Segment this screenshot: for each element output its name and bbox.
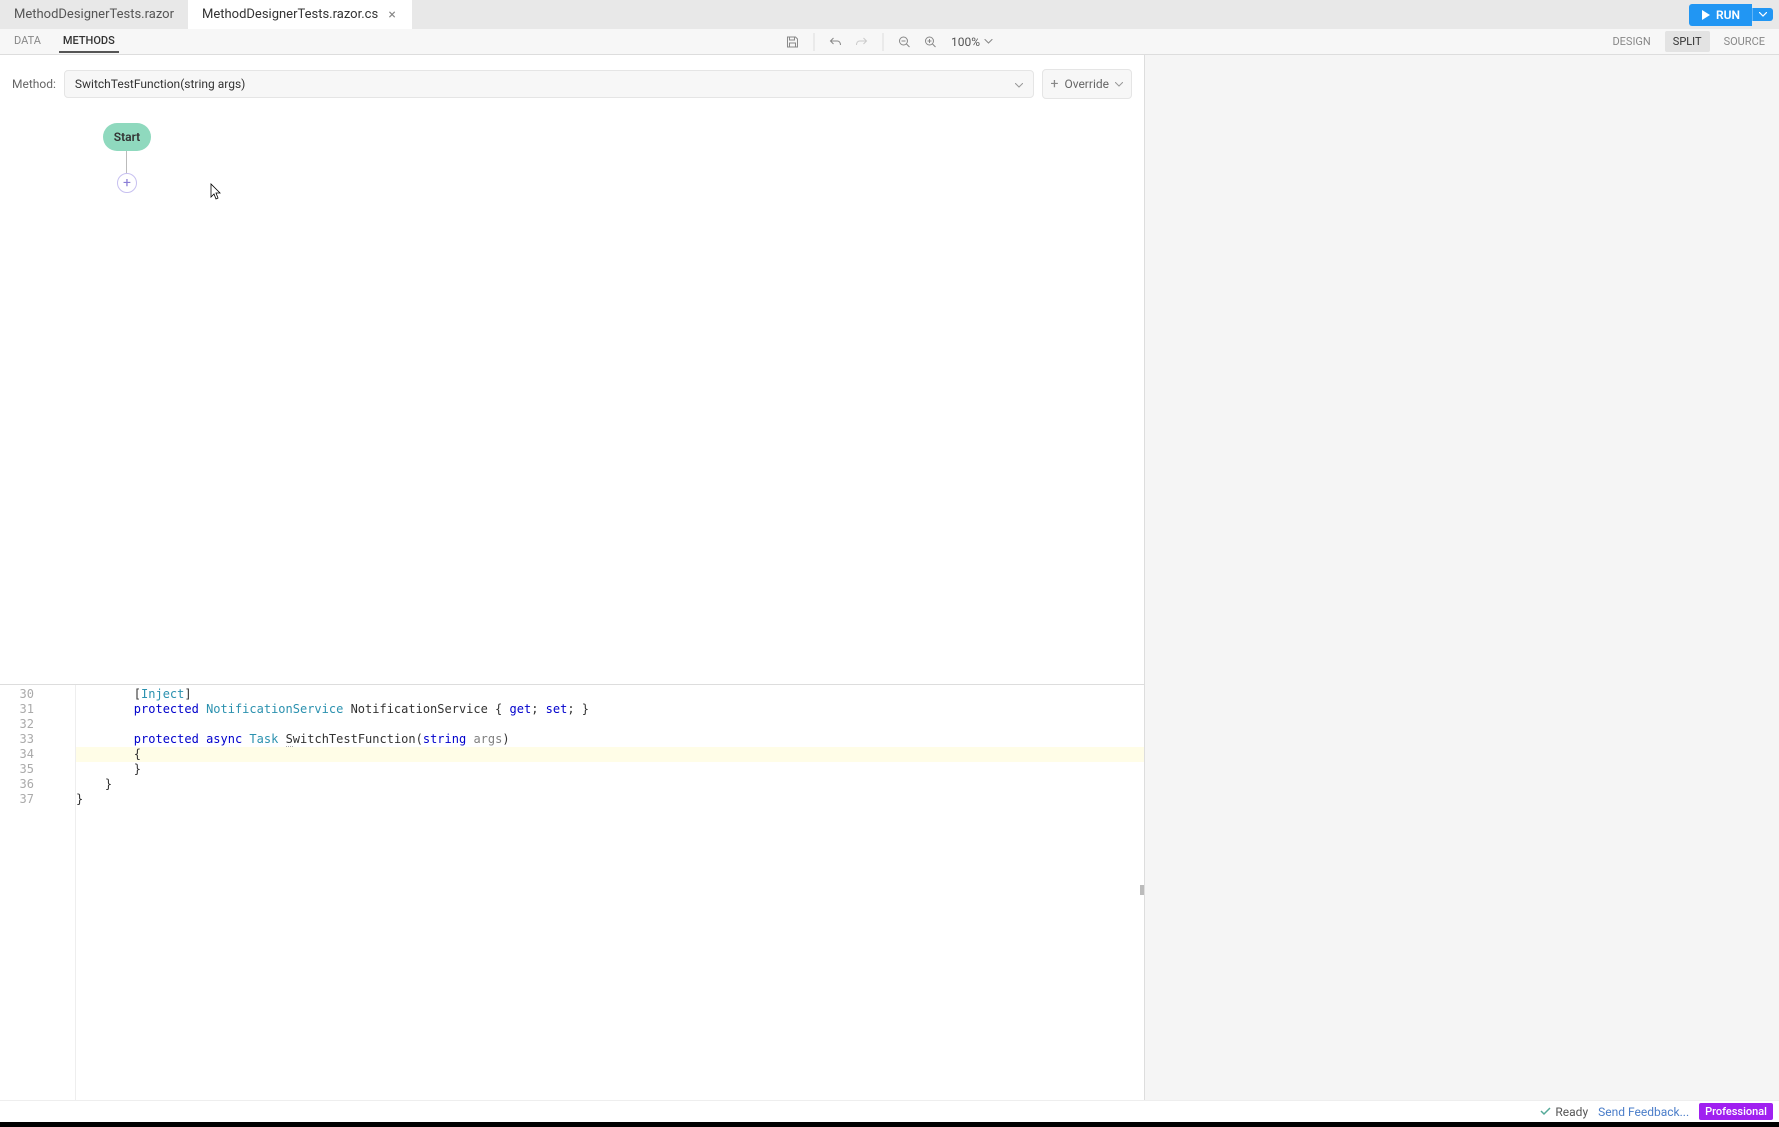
status-bar: Ready Send Feedback... Professional — [0, 1100, 1779, 1122]
spacer — [412, 0, 1689, 29]
zoom-select[interactable]: 100% — [947, 33, 996, 51]
zoom-value: 100% — [951, 35, 980, 49]
run-dropdown[interactable] — [1752, 8, 1773, 21]
separator — [813, 33, 814, 51]
chevron-down-icon — [1015, 77, 1023, 91]
designer-canvas[interactable]: Start + — [0, 113, 1144, 684]
tab-label: MethodDesignerTests.razor.cs — [202, 7, 378, 22]
override-label: Override — [1064, 77, 1109, 91]
bottom-strip — [0, 1122, 1779, 1127]
tab-methods[interactable]: METHODS — [59, 30, 119, 53]
toolbar-center: 100% — [783, 33, 996, 51]
toolbar: DATA METHODS 100% DESIGN SPLIT SOURCE — [0, 29, 1779, 55]
add-node-button[interactable]: + — [117, 173, 137, 193]
chevron-down-icon — [1115, 82, 1123, 87]
view-split[interactable]: SPLIT — [1665, 31, 1710, 52]
run-button[interactable]: RUN — [1689, 4, 1752, 26]
close-icon[interactable]: × — [386, 9, 398, 21]
start-node[interactable]: Start — [103, 123, 151, 151]
connector-line — [126, 151, 127, 175]
redo-icon[interactable] — [852, 33, 870, 51]
method-label: Method: — [12, 77, 56, 91]
toolbar-left-tabs: DATA METHODS — [0, 30, 119, 53]
code-editor[interactable]: 3031323334353637 [Inject] protected Noti… — [0, 684, 1144, 1100]
run-label: RUN — [1716, 8, 1740, 22]
fold-gutter — [40, 685, 76, 1100]
save-icon[interactable] — [783, 33, 801, 51]
play-icon — [1701, 10, 1711, 20]
method-bar: Method: SwitchTestFunction(string args) … — [0, 55, 1144, 113]
view-design[interactable]: DESIGN — [1608, 31, 1654, 52]
cursor-icon — [210, 183, 222, 201]
plus-icon: + — [123, 175, 131, 191]
toolbar-right-tabs: DESIGN SPLIT SOURCE — [1608, 31, 1779, 52]
main-split: Method: SwitchTestFunction(string args) … — [0, 55, 1779, 1100]
file-tab-bar: MethodDesignerTests.razor MethodDesigner… — [0, 0, 1779, 29]
zoom-in-icon[interactable] — [921, 33, 939, 51]
view-source[interactable]: SOURCE — [1720, 31, 1769, 52]
file-tab[interactable]: MethodDesignerTests.razor — [0, 0, 188, 29]
properties-pane — [1145, 55, 1779, 1100]
ready-label: Ready — [1555, 1105, 1588, 1119]
status-ready: Ready — [1540, 1105, 1588, 1119]
license-badge: Professional — [1699, 1103, 1773, 1120]
method-select[interactable]: SwitchTestFunction(string args) — [64, 70, 1034, 98]
left-pane: Method: SwitchTestFunction(string args) … — [0, 55, 1145, 1100]
send-feedback-link[interactable]: Send Feedback... — [1598, 1105, 1689, 1119]
file-tab-active[interactable]: MethodDesignerTests.razor.cs × — [188, 0, 412, 29]
start-label: Start — [114, 130, 140, 144]
run-area: RUN — [1689, 0, 1779, 29]
separator — [882, 33, 883, 51]
chevron-down-icon — [984, 39, 992, 44]
check-icon — [1540, 1106, 1551, 1117]
scroll-handle[interactable] — [1140, 885, 1144, 895]
override-button[interactable]: + Override — [1042, 69, 1133, 99]
tab-label: MethodDesignerTests.razor — [14, 7, 174, 22]
status-right: Ready Send Feedback... Professional — [1540, 1103, 1773, 1120]
method-value: SwitchTestFunction(string args) — [75, 77, 245, 91]
plus-icon: + — [1051, 76, 1059, 92]
line-number-gutter: 3031323334353637 — [0, 685, 40, 1100]
chevron-down-icon — [1759, 12, 1767, 17]
code-content[interactable]: [Inject] protected NotificationService N… — [76, 685, 1144, 1100]
undo-icon[interactable] — [826, 33, 844, 51]
tab-data[interactable]: DATA — [10, 30, 45, 53]
zoom-out-icon[interactable] — [895, 33, 913, 51]
